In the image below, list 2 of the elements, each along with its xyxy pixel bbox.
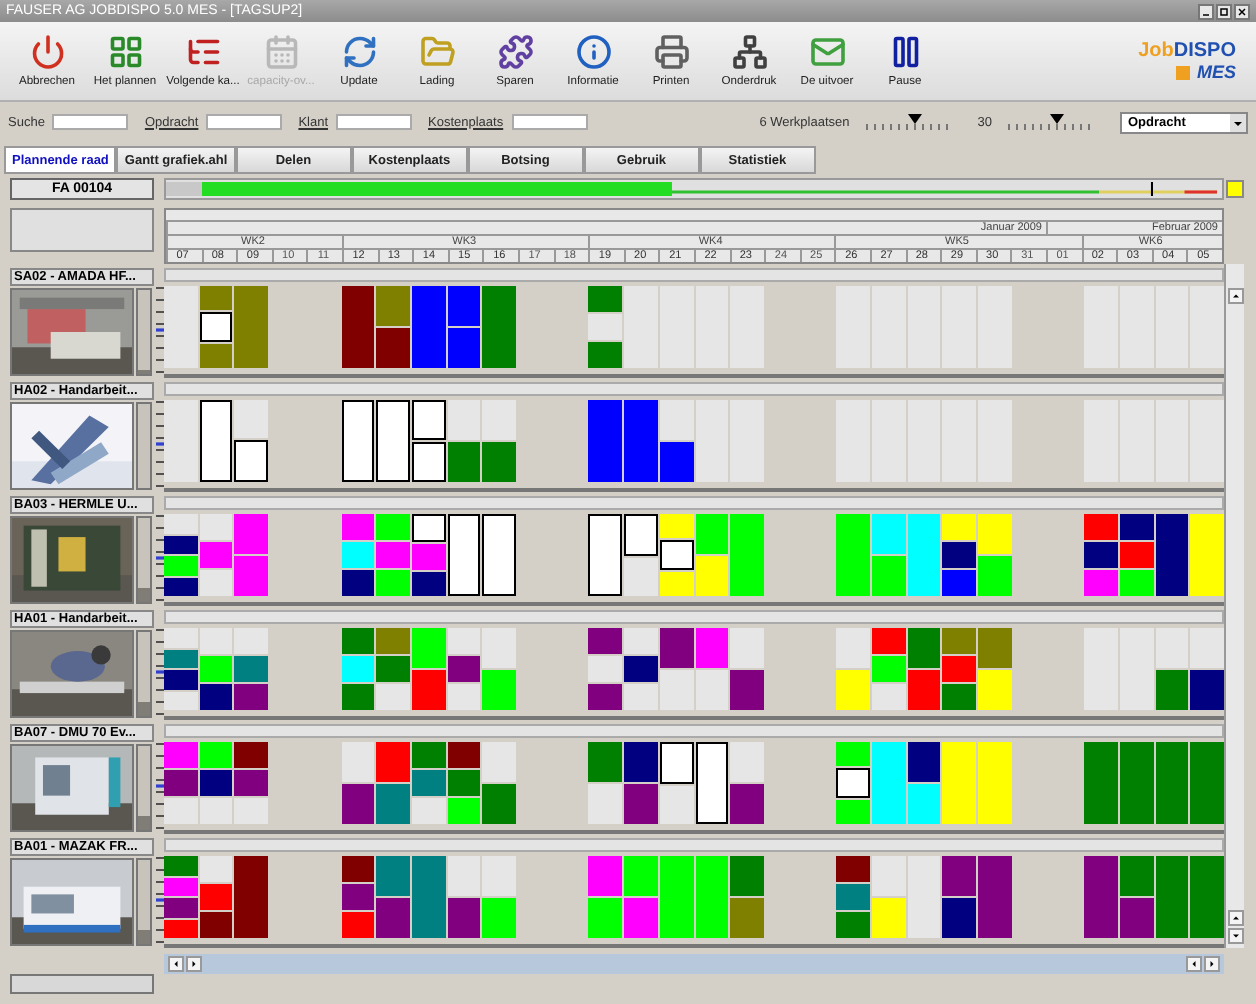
logo-text: JobDISPO: [1138, 40, 1236, 62]
logo-subtitle: MES: [1196, 62, 1236, 82]
